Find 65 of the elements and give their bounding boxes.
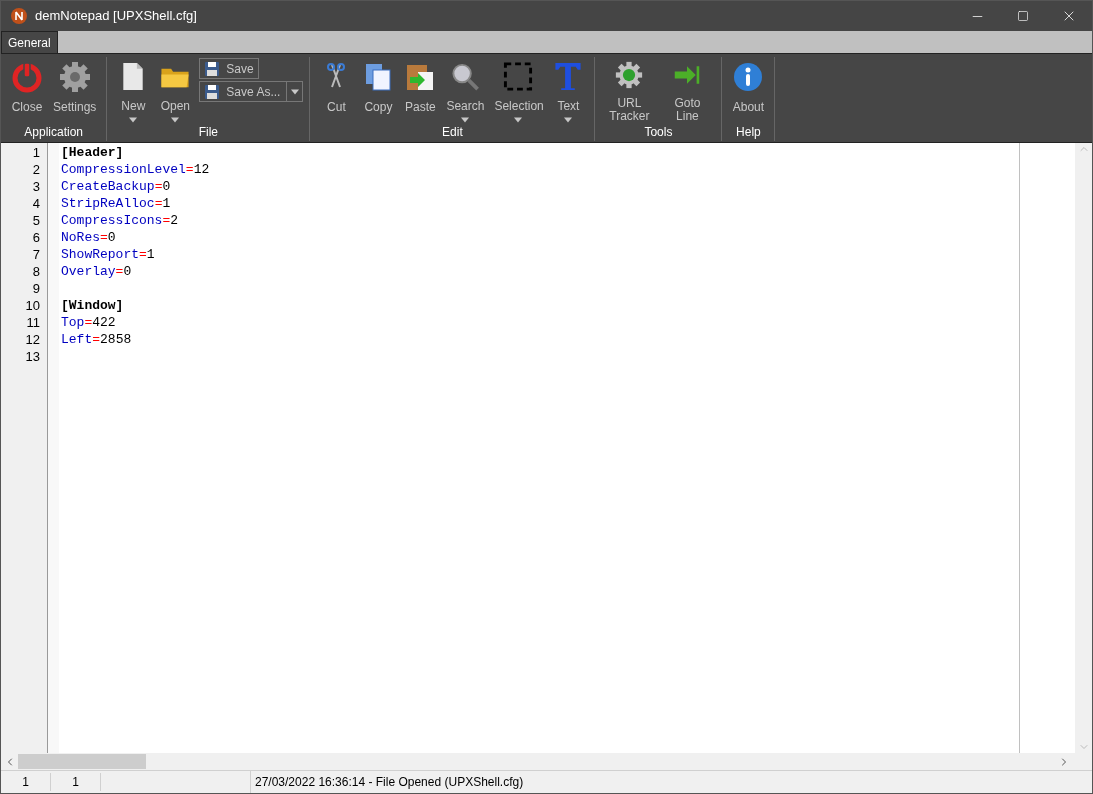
line-number: 7: [31, 246, 41, 263]
ribbon-tab[interactable]: General: [1, 31, 58, 53]
line-number: 1: [31, 144, 41, 161]
caret-icon: [129, 117, 138, 123]
ribbon-button[interactable]: New: [113, 57, 154, 123]
line-number: 2: [31, 161, 41, 178]
line-number: 12: [24, 331, 41, 348]
code-line: NoRes=0: [61, 229, 116, 246]
code-line: [Window]: [61, 297, 124, 314]
line-number: 4: [31, 195, 41, 212]
group-label: Help: [736, 124, 761, 141]
dropdown-button[interactable]: [287, 81, 304, 102]
ribbon-button[interactable]: Copy: [358, 57, 399, 123]
line-number: 6: [31, 229, 41, 246]
code-line: CompressionLevel=12: [61, 161, 210, 178]
search-icon: [449, 61, 482, 92]
line-number: 11: [25, 314, 41, 331]
ribbon-small-button[interactable]: Save As...: [199, 81, 288, 102]
line-number: 13: [24, 348, 41, 365]
power-icon: [11, 61, 43, 93]
caret-icon: [564, 117, 573, 123]
group-label: Tools: [644, 124, 673, 141]
code-line: ShowReport=1: [61, 246, 155, 263]
code-line: CompressIcons=2: [61, 212, 179, 229]
status-message: 27/03/2022 16:36:14 - File Opened (UPXShell.cfg): [254, 774, 524, 791]
ribbon-small-button[interactable]: Save: [199, 58, 259, 79]
scrollbar-thumb[interactable]: [18, 754, 146, 769]
caret-icon: [171, 117, 180, 123]
ribbon-button[interactable]: Close: [7, 57, 47, 123]
maximize-icon[interactable]: [1017, 10, 1029, 22]
code-line: StripReAlloc=1: [61, 195, 171, 212]
group-label: Edit: [442, 124, 463, 141]
app-logo-icon: [11, 8, 27, 24]
ribbon-button[interactable]: Cut: [316, 57, 357, 123]
ribbon-button[interactable]: Paste: [400, 57, 441, 123]
ribbon-button[interactable]: About: [728, 57, 769, 123]
line-number: 8: [31, 263, 41, 280]
caret-icon: [514, 117, 523, 123]
dashed-square-icon: [502, 61, 535, 92]
line-number: 10: [24, 297, 41, 314]
gear-icon: [58, 61, 91, 93]
ribbon-button[interactable]: Open: [155, 57, 196, 123]
ribbon-button[interactable]: Selection: [490, 57, 547, 123]
ribbon-button[interactable]: URL Tracker: [601, 57, 658, 123]
line-number: 3: [31, 178, 41, 195]
ribbon-button[interactable]: Search: [442, 57, 489, 123]
ribbon-button[interactable]: Settings: [49, 57, 101, 123]
code-line: Top=422: [61, 314, 116, 331]
line-number: 9: [31, 280, 41, 297]
status-line: 1: [1, 773, 51, 791]
code-line: Left=2858: [61, 331, 132, 348]
vertical-scrollbar[interactable]: [1075, 143, 1092, 753]
caret-icon: [290, 88, 299, 95]
group-label: File: [198, 124, 219, 141]
ribbon-button[interactable]: Goto Line: [659, 57, 716, 123]
code-line: Overlay=0: [61, 263, 132, 280]
ribbon-button[interactable]: Text: [548, 57, 589, 123]
window-title: demNotepad [UPXShell.cfg]: [35, 7, 197, 26]
code-line: [Header]: [61, 144, 124, 161]
code-line: CreateBackup=0: [61, 178, 171, 195]
caret-icon: [461, 117, 470, 123]
info-icon: [732, 61, 765, 93]
status-column: 1: [51, 773, 101, 791]
group-label: Application: [24, 124, 84, 141]
line-number: 5: [31, 212, 41, 229]
